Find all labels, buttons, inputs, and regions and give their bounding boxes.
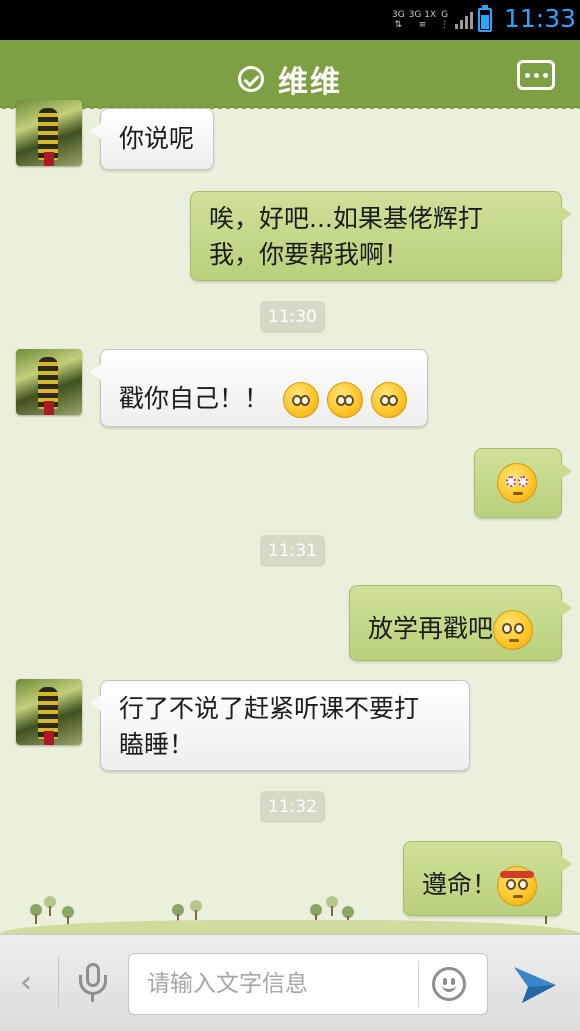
- message-bubble-outgoing[interactable]: 唉，好吧...如果基佬辉打 我，你要帮我啊！: [190, 191, 572, 281]
- timestamp: 11:31: [260, 535, 325, 567]
- scenery-tree: [342, 906, 354, 926]
- determined-emoji-icon: [497, 866, 538, 906]
- smiley-icon[interactable]: [432, 967, 466, 1001]
- message-bubble-incoming[interactable]: 你说呢: [90, 108, 214, 170]
- message-bubble-incoming[interactable]: 戳你自己！！: [90, 349, 428, 427]
- dizzy-emoji-icon: [497, 463, 537, 503]
- input-bar: ‹: [0, 934, 580, 1031]
- network-right-label: G: [441, 10, 449, 20]
- chevron-left-icon[interactable]: ‹: [20, 965, 32, 1000]
- scenery-tree: [44, 896, 56, 916]
- status-clock: 11:33: [504, 4, 577, 33]
- divider: [58, 957, 59, 1007]
- status-bar: 3G ⇅ 3G 1X ≡ G ⋮ 11:33: [0, 0, 580, 40]
- scenery-tree: [30, 904, 42, 924]
- network-indicators: 3G ⇅ 3G 1X ≡ G ⋮: [392, 8, 474, 32]
- scenery-tree: [190, 900, 202, 920]
- network-dots-icon: ⋮: [440, 20, 450, 30]
- more-menu-button[interactable]: [517, 60, 555, 90]
- contact-avatar[interactable]: [16, 349, 82, 415]
- network-mid-label: 3G 1X: [408, 10, 437, 20]
- chat-title: 维维: [278, 65, 342, 100]
- message-text: 你说呢: [119, 124, 195, 153]
- timestamp: 11:30: [260, 301, 325, 333]
- scenery-ground: [0, 920, 580, 934]
- message-text: 戳你自己！！: [119, 384, 270, 413]
- message-text-line1: 行了不说了赶紧听课不要打: [119, 694, 420, 723]
- message-bubble-incoming[interactable]: 行了不说了赶紧听课不要打 瞌睡！: [90, 680, 470, 771]
- divider: [418, 961, 419, 1007]
- message-bubble-outgoing[interactable]: 遵命！: [403, 841, 572, 916]
- network-left-label: 3G: [392, 10, 405, 20]
- network-3g-icon: 3G ⇅: [392, 10, 405, 30]
- timestamp: 11:32: [260, 791, 325, 823]
- scenery-tree: [310, 904, 322, 924]
- shocked-emoji-icon: [282, 382, 319, 418]
- signal-strength-icon: [455, 11, 474, 29]
- chat-title-group: 维维: [238, 57, 342, 101]
- message-text: 遵命！: [422, 870, 498, 899]
- network-3g-1x-icon: 3G 1X ≡: [409, 10, 436, 30]
- scenery-tree: [326, 896, 338, 916]
- crying-emoji-icon: [493, 610, 534, 650]
- network-arrows-icon: ⇅: [394, 20, 403, 30]
- message-bubble-outgoing[interactable]: [474, 448, 572, 518]
- contact-avatar[interactable]: [16, 100, 82, 166]
- scenery-tree: [62, 906, 74, 926]
- network-g-icon: G ⋮: [440, 10, 449, 30]
- message-text: 放学再戳吧: [368, 614, 494, 643]
- message-bubble-outgoing[interactable]: 放学再戳吧: [349, 585, 572, 661]
- message-text-line1: 唉，好吧...如果基佬辉打: [209, 204, 483, 233]
- network-bars-icon: ≡: [418, 20, 427, 30]
- check-circle-icon: [238, 66, 264, 92]
- shocked-emoji-icon: [370, 382, 407, 418]
- message-text-line2: 我，你要帮我啊！: [209, 240, 410, 269]
- chat-header: 维维: [0, 40, 580, 112]
- microphone-icon[interactable]: [79, 963, 107, 1003]
- message-text-line2: 瞌睡！: [119, 730, 195, 759]
- contact-avatar[interactable]: [16, 679, 82, 745]
- more-icon: [524, 72, 530, 78]
- scenery-tree: [172, 904, 184, 924]
- shocked-emoji-icon: [326, 382, 363, 418]
- battery-icon: [478, 5, 492, 32]
- send-icon[interactable]: [512, 963, 558, 1005]
